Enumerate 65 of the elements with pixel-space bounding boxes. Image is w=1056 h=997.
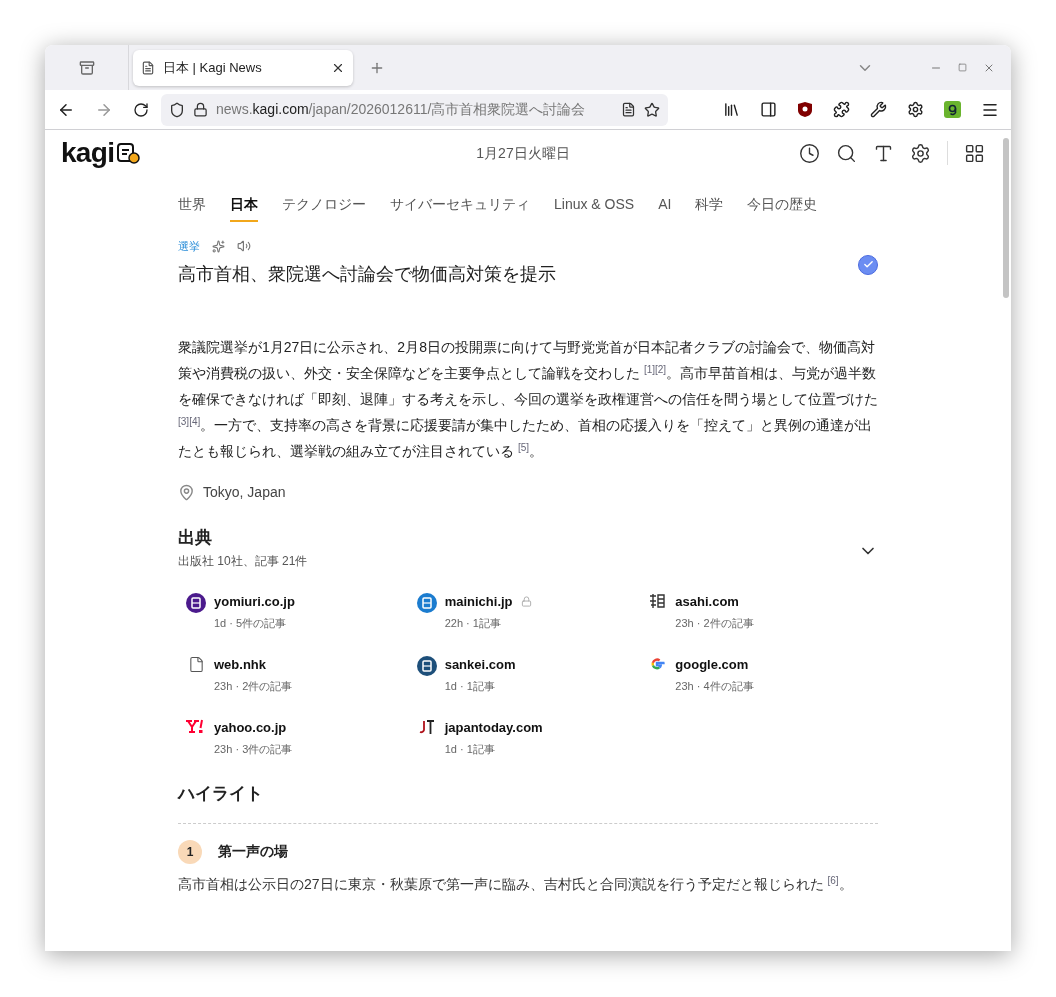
publisher-link[interactable]: yomiuri.co.jp	[214, 592, 295, 612]
settings-icon[interactable]	[910, 142, 931, 164]
category-tab[interactable]: AI	[658, 188, 672, 222]
sidebar-icon[interactable]	[760, 101, 777, 118]
category-tab[interactable]: Linux & OSS	[554, 188, 635, 222]
location-pin-icon	[178, 483, 195, 501]
wrench-icon[interactable]	[870, 101, 887, 118]
sources-summary: 出版社 10社、記事 21件	[178, 553, 308, 570]
news-logo-icon	[116, 141, 141, 165]
extensions-icon[interactable]	[833, 101, 850, 118]
library-icon[interactable]	[723, 101, 740, 118]
lock-icon	[193, 102, 208, 117]
kagi-logo[interactable]: kagi	[61, 139, 115, 167]
document-icon	[187, 656, 205, 673]
section-heading: ハイライト	[178, 783, 264, 805]
publisher-meta: 23h · 4件の記事	[675, 678, 754, 694]
publisher-link[interactable]: google.com	[675, 655, 749, 675]
highlight-number: 1	[178, 839, 202, 864]
page-icon	[141, 60, 155, 75]
publisher-meta: 1d · 1記事	[444, 741, 496, 757]
publisher-meta: 1d · 1記事	[444, 678, 496, 694]
publisher-meta: 23h · 2件の記事	[675, 615, 754, 631]
highlight-title: 第一声の場	[218, 842, 288, 861]
highlight-text: 高市首相は公示日の27日に東京・秋葉原で第一声に臨み、吉村氏と合同演説を行う予定だと報じられた $^{[6]}$。	[178, 873, 854, 894]
publisher-link[interactable]: yahoo.co.jp	[214, 718, 287, 738]
category-tab[interactable]: テクノロジー	[282, 188, 366, 222]
bookmark-star-icon[interactable]	[644, 101, 660, 118]
publisher-meta: 23h · 2件の記事	[214, 678, 293, 694]
extension-icon[interactable]	[944, 101, 961, 118]
publisher-meta: 23h · 3件の記事	[214, 741, 293, 757]
reader-view-icon[interactable]	[621, 102, 636, 117]
section-heading: 出典	[178, 526, 213, 549]
speaker-icon[interactable]	[237, 239, 251, 254]
article-title: 高市首相、衆院選へ討論会で物価高対策を提示	[178, 262, 556, 286]
publisher-link[interactable]: japantoday.com	[444, 718, 543, 738]
publisher-link[interactable]: asahi.com	[675, 592, 739, 612]
publisher-link[interactable]: web.nhk	[214, 655, 266, 675]
browser-tab[interactable]: 日本 | Kagi News	[133, 49, 353, 86]
category-tab[interactable]: 今日の歴史	[747, 188, 818, 222]
shield-extension-icon[interactable]	[797, 101, 813, 118]
tab-title: 日本 | Kagi News	[163, 58, 263, 77]
category-tab[interactable]: サイバーセキュリティ	[390, 188, 530, 222]
sparkle-icon[interactable]	[212, 239, 225, 253]
date-label: 1月27日火曜日	[476, 143, 570, 163]
settings-icon[interactable]	[907, 101, 924, 118]
address-bar[interactable]: news.kagi.com/japan/2026012611/高市首相衆院選へ討論会	[161, 93, 668, 126]
apps-grid-icon[interactable]	[964, 142, 985, 164]
location-label: Tokyo, Japan	[203, 482, 286, 502]
tab-group-icon[interactable]	[78, 59, 95, 76]
category-tab[interactable]: 世界	[178, 188, 206, 222]
topic-tag[interactable]: 選挙	[178, 238, 200, 255]
category-tab[interactable]: 科学	[695, 188, 724, 222]
publisher-logo-icon	[649, 593, 666, 609]
publisher-meta: 22h · 1記事	[444, 615, 502, 631]
publisher-link[interactable]: sankei.com	[444, 655, 516, 675]
publisher-logo-icon	[418, 719, 435, 735]
shield-icon	[169, 101, 185, 118]
scrollbar-thumb[interactable]	[1003, 138, 1009, 298]
category-tab[interactable]: 日本	[230, 188, 258, 222]
publisher-link[interactable]: mainichi.jp	[444, 592, 513, 612]
history-icon[interactable]	[799, 142, 820, 164]
publisher-meta: 1d · 5件の記事	[214, 615, 288, 631]
url-text: news.kagi.com/japan/2026012611/高市首相衆院選へ討論会	[216, 100, 587, 119]
search-icon[interactable]	[836, 142, 857, 164]
reload-icon[interactable]	[133, 101, 149, 118]
